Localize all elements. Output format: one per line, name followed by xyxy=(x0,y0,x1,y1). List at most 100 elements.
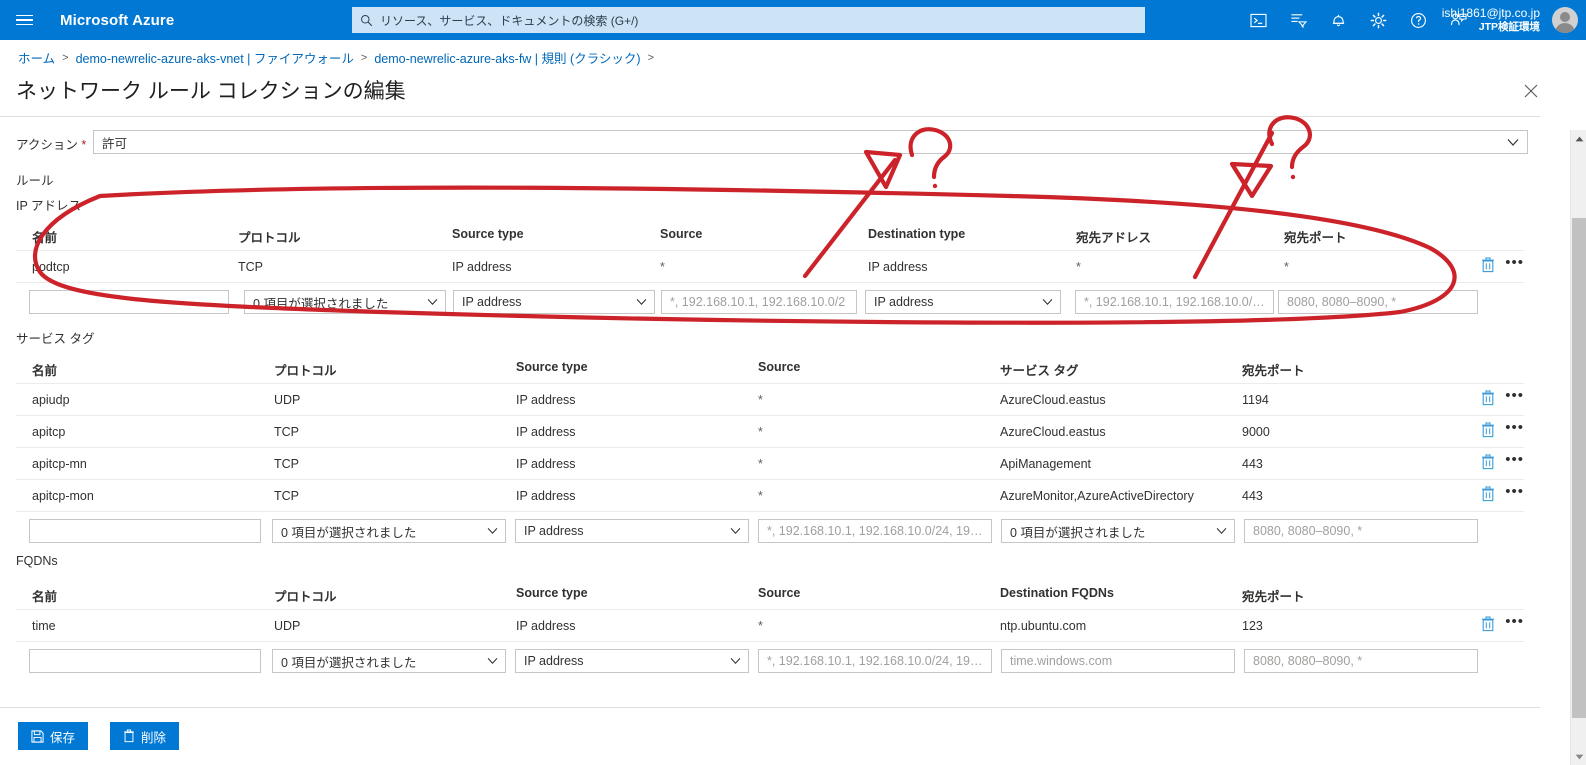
action-select-value: 許可 xyxy=(102,136,128,151)
ip-new-source-type-select[interactable]: IP address xyxy=(453,290,655,314)
azure-brand-logo[interactable]: Microsoft Azure xyxy=(60,12,174,29)
chevron-down-icon xyxy=(487,527,498,535)
scroll-up-arrow-icon[interactable] xyxy=(1571,130,1586,147)
save-button[interactable]: 保存 xyxy=(18,722,89,750)
row-actions: ••• xyxy=(1481,452,1524,470)
help-question-icon[interactable] xyxy=(1398,0,1438,40)
ip-new-name-input[interactable] xyxy=(29,290,229,314)
ellipsis-icon[interactable]: ••• xyxy=(1505,388,1524,405)
fq-new-name-input[interactable] xyxy=(29,649,261,673)
fq-row-name: time xyxy=(32,619,56,633)
fq-col-dest-fqdns: Destination FQDNs xyxy=(1000,586,1114,600)
st-row-name: apitcp-mn xyxy=(32,457,87,471)
row-actions: ••• xyxy=(1481,255,1524,273)
ip-row-dest-type: IP address xyxy=(868,260,928,274)
cloud-shell-icon[interactable] xyxy=(1238,0,1278,40)
table-row[interactable]: podtcp TCP IP address * IP address * * •… xyxy=(16,250,1524,282)
ip-row-name: podtcp xyxy=(32,260,70,274)
st-new-service-tag-select[interactable]: 0 項目が選択されました xyxy=(1001,519,1235,543)
ellipsis-icon[interactable]: ••• xyxy=(1505,614,1524,631)
account-info[interactable]: ishi1861@jtp.co.jp JTP検証環境 xyxy=(1442,0,1540,40)
service-tag-grid-header: 名前 プロトコル Source type Source サービス タグ 宛先ポー… xyxy=(16,355,1524,383)
st-new-dest-port-input[interactable]: 8080, 8080–8090, * xyxy=(1244,519,1478,543)
command-footer: 保存 削除 xyxy=(0,707,1540,765)
ellipsis-icon[interactable]: ••• xyxy=(1505,452,1524,469)
row-actions: ••• xyxy=(1481,388,1524,406)
row-actions: ••• xyxy=(1481,484,1524,502)
ip-new-protocol-select[interactable]: 0 項目が選択されました xyxy=(244,290,446,314)
fqdn-section-label: FQDNs xyxy=(16,554,58,568)
fqdn-grid-header: 名前 プロトコル Source type Source Destination … xyxy=(16,581,1524,609)
avatar[interactable] xyxy=(1552,7,1578,33)
breadcrumb-item-vnet-firewall[interactable]: demo-newrelic-azure-aks-vnet | ファイアウォール xyxy=(76,48,354,67)
vertical-scrollbar[interactable] xyxy=(1570,130,1586,765)
trash-icon[interactable] xyxy=(1481,390,1495,406)
st-row-source-type: IP address xyxy=(516,425,576,439)
question-mark-1-dot xyxy=(932,183,938,189)
page-more-actions-icon[interactable]: ... xyxy=(390,82,406,99)
st-row-dest-port: 9000 xyxy=(1242,425,1270,439)
fq-new-dest-fqdns-placeholder: time.windows.com xyxy=(1010,654,1113,668)
ip-new-source-input[interactable]: *, 192.168.10.1, 192.168.10.0/2 xyxy=(661,290,857,314)
ellipsis-icon[interactable]: ••• xyxy=(1505,255,1524,272)
ip-new-source-placeholder: *, 192.168.10.1, 192.168.10.0/2 xyxy=(670,295,846,309)
st-new-source-input[interactable]: *, 192.168.10.1, 192.168.10.0/24, 192...… xyxy=(758,519,992,543)
scrollbar-thumb[interactable] xyxy=(1572,218,1586,718)
table-row[interactable]: apiudp UDP IP address * AzureCloud.eastu… xyxy=(16,383,1524,415)
trash-icon[interactable] xyxy=(1481,422,1495,438)
arrow-to-destination-type-head xyxy=(863,149,903,190)
fq-new-dest-port-placeholder: 8080, 8080–8090, * xyxy=(1253,654,1363,668)
ellipsis-icon[interactable]: ••• xyxy=(1505,420,1524,437)
ip-new-dest-type-select[interactable]: IP address xyxy=(865,290,1061,314)
fq-new-dest-fqdns-input[interactable]: time.windows.com xyxy=(1001,649,1235,673)
question-mark-2-dot xyxy=(1290,174,1296,180)
trash-icon[interactable] xyxy=(1481,454,1495,470)
table-row[interactable]: apitcp-mon TCP IP address * AzureMonitor… xyxy=(16,479,1524,511)
global-search-input[interactable]: リソース、サービス、ドキュメントの検索 (G+/) xyxy=(352,7,1145,33)
action-label-text: アクション xyxy=(16,138,78,152)
table-row[interactable]: time UDP IP address * ntp.ubuntu.com 123… xyxy=(16,609,1524,641)
fq-new-source-input[interactable]: *, 192.168.10.1, 192.168.10.0/24, 192...… xyxy=(758,649,992,673)
trash-icon[interactable] xyxy=(1481,257,1495,273)
chevron-down-icon xyxy=(1507,139,1519,146)
scroll-down-arrow-icon[interactable] xyxy=(1571,748,1586,765)
ellipsis-icon[interactable]: ••• xyxy=(1505,484,1524,501)
breadcrumb-item-home[interactable]: ホーム xyxy=(18,48,55,67)
azure-top-bar: Microsoft Azure リソース、サービス、ドキュメントの検索 (G+/… xyxy=(0,0,1586,40)
delete-button[interactable]: 削除 xyxy=(110,722,180,750)
st-new-name-input[interactable] xyxy=(29,519,261,543)
trash-icon[interactable] xyxy=(1481,616,1495,632)
settings-gear-icon[interactable] xyxy=(1358,0,1398,40)
table-row[interactable]: apitcp TCP IP address * AzureCloud.eastu… xyxy=(16,415,1524,447)
fq-col-source-type: Source type xyxy=(516,586,588,600)
st-row-service-tag: AzureCloud.eastus xyxy=(1000,393,1106,407)
ip-new-protocol-value: 0 項目が選択されました xyxy=(253,296,389,311)
hamburger-menu-icon[interactable] xyxy=(0,0,48,40)
table-row[interactable]: apitcp-mn TCP IP address * ApiManagement… xyxy=(16,447,1524,479)
ip-new-dest-port-input[interactable]: 8080, 8080–8090, * xyxy=(1278,290,1478,314)
directories-filter-icon[interactable] xyxy=(1278,0,1318,40)
trash-icon[interactable] xyxy=(1481,486,1495,502)
st-col-source: Source xyxy=(758,360,801,374)
ip-col-dest-port: 宛先ポート xyxy=(1284,231,1347,245)
st-row-protocol: TCP xyxy=(274,489,299,503)
row-actions: ••• xyxy=(1481,420,1524,438)
fq-new-protocol-select[interactable]: 0 項目が選択されました xyxy=(272,649,506,673)
service-tag-grid: 名前 プロトコル Source type Source サービス タグ 宛先ポー… xyxy=(16,355,1524,549)
st-row-service-tag: AzureCloud.eastus xyxy=(1000,425,1106,439)
trash-icon xyxy=(124,729,134,743)
st-row-protocol: UDP xyxy=(274,393,301,407)
ip-new-dest-address-input[interactable]: *, 192.168.10.1, 192.168.10.0/2... xyxy=(1075,290,1274,314)
fq-new-source-placeholder: *, 192.168.10.1, 192.168.10.0/24, 192...… xyxy=(767,654,983,668)
fq-new-dest-port-input[interactable]: 8080, 8080–8090, * xyxy=(1244,649,1478,673)
st-new-source-type-select[interactable]: IP address xyxy=(515,519,749,543)
fq-new-source-type-select[interactable]: IP address xyxy=(515,649,749,673)
ip-section-label: IP アドレス xyxy=(16,199,82,213)
delete-button-label: 削除 xyxy=(141,730,167,745)
row-actions: ••• xyxy=(1481,614,1524,632)
close-icon[interactable] xyxy=(1520,80,1542,102)
st-new-protocol-select[interactable]: 0 項目が選択されました xyxy=(272,519,506,543)
breadcrumb-item-fw-rules[interactable]: demo-newrelic-azure-aks-fw | 規則 (クラシック) xyxy=(374,48,640,67)
action-select[interactable]: 許可 xyxy=(93,130,1528,154)
notifications-bell-icon[interactable] xyxy=(1318,0,1358,40)
